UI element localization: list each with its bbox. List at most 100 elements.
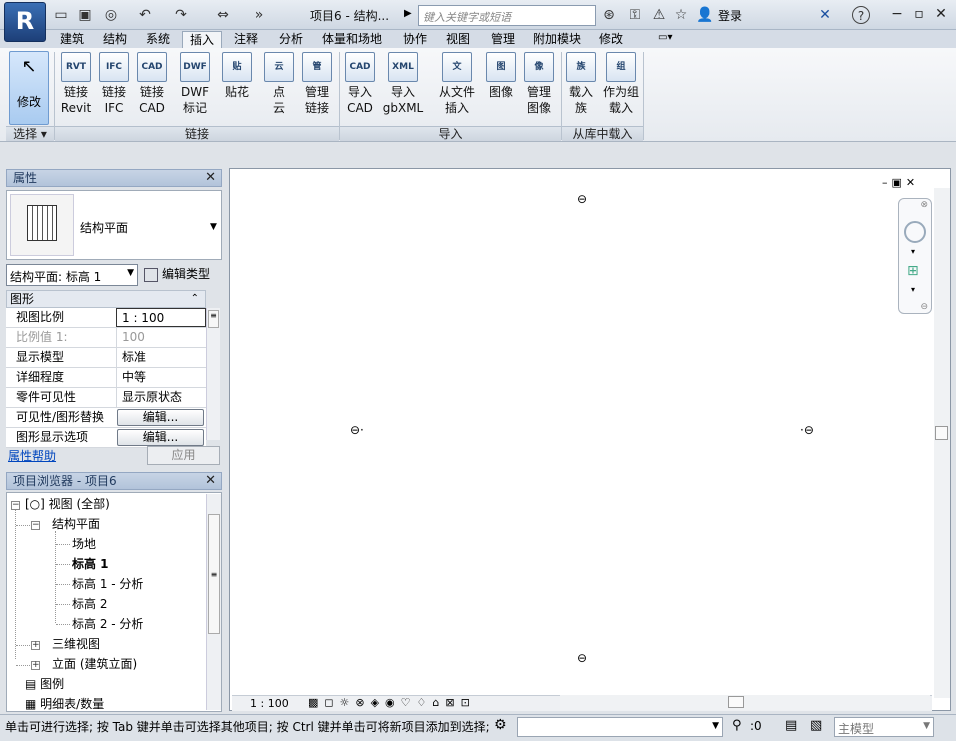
property-row[interactable]: 视图比例 1 : 100 [6,308,206,328]
ribbon-button-3[interactable]: DWF DWF 标记 [174,52,216,124]
close-icon[interactable]: ✕ [205,170,216,186]
tab-5[interactable]: 分析 [272,31,310,49]
collapse-toggle[interactable]: − [11,501,20,510]
tab-2[interactable]: 系统 [138,31,178,49]
ribbon-button-2[interactable]: CAD 链接 CAD [134,52,170,124]
tree-plan-item[interactable]: 标高 1 [72,556,109,572]
exchange-icon[interactable]: ✕ [816,6,834,24]
property-row[interactable]: 显示模型 标准 [6,348,206,368]
view-control-icons[interactable]: ▩◻☼⊗◈◉♡♢⌂⊠⊡ [308,696,476,709]
tab-3[interactable]: 插入 [182,31,222,49]
sync-icon[interactable]: ◎ [102,6,120,24]
ribbon-button-8[interactable]: XML 导入 gbXML [380,52,426,124]
tab-10[interactable]: 附加模块 [528,31,586,49]
edit-type-button[interactable]: 编辑类型 [144,265,210,282]
ribbon-button-10[interactable]: 图图像 [484,52,518,124]
design-options-icon[interactable]: ▤ [785,718,797,733]
tab-8[interactable]: 视图 [438,31,478,49]
redo-icon[interactable]: ↷ [172,6,190,24]
user-icon[interactable]: 👤 [696,6,714,24]
tree-schedules[interactable]: ▦ 明细表/数量 [25,696,104,711]
edit-button[interactable]: 编辑... [117,429,204,446]
steering-wheel-icon[interactable] [904,221,926,243]
exclude-options-icon[interactable]: ▧ [810,718,822,733]
tab-6[interactable]: 体量和场地 [314,31,390,49]
browser-scrollbar[interactable]: ≡ [206,494,221,710]
properties-help-link[interactable]: 属性帮助 [8,447,56,464]
expand-toggle[interactable]: + [31,661,40,670]
ribbon-button-12[interactable]: 族载入族 [564,52,598,124]
zoom-icon[interactable]: ⊞ [907,263,919,279]
more-icon[interactable]: » [250,6,268,24]
tab-9[interactable]: 管理 [482,31,524,49]
main-model-dropdown[interactable]: 主模型 ▼ [834,717,934,737]
property-row[interactable]: 比例值 1: 100 [6,328,206,348]
apply-button[interactable]: 应用 [147,446,220,465]
minimize-button[interactable]: − [886,4,908,24]
worksets-icon[interactable]: ⚙ [494,717,507,733]
chevron-down-icon[interactable]: ▾ [911,247,915,256]
tree-elevations[interactable]: 立面 (建筑立面) [52,656,137,672]
login-link[interactable]: 登录 [718,7,742,24]
modify-button[interactable]: ↖ 修改 [9,51,49,125]
key-icon[interactable]: ⚿ [626,6,644,24]
elevation-marker-east[interactable]: ·⊖ [800,423,814,437]
tab-1[interactable]: 结构 [96,31,134,49]
open-icon[interactable]: ▭ [52,6,70,24]
tree-plan-item[interactable]: 标高 1 - 分析 [72,576,143,592]
undo-icon[interactable]: ↶ [136,6,154,24]
drawing-canvas[interactable] [229,168,951,711]
tab-7[interactable]: 协作 [396,31,434,49]
tree-views-all[interactable]: [○] 视图 (全部) [25,496,110,512]
tree-plan-item[interactable]: 场地 [72,536,96,552]
elevation-marker-south[interactable]: ⊖ [577,651,587,665]
options-icon[interactable]: ⊖ [920,302,928,312]
close-button[interactable]: ✕ [930,4,952,24]
favorite-icon[interactable]: ☆ [672,6,690,24]
tree-3d-views[interactable]: 三维视图 [52,636,100,652]
property-value[interactable]: 1 : 100 [116,308,206,327]
comm-center-icon[interactable]: ⚠ [650,6,668,24]
view-selector[interactable]: 结构平面: 标高 1 ▼ [6,264,138,286]
tree-plan-item[interactable]: 标高 2 - 分析 [72,616,143,632]
graphics-group-header[interactable]: 图形 ⌃ [6,290,206,308]
property-row[interactable]: 可见性/图形替换 编辑... [6,408,206,428]
collapse-toggle[interactable]: − [31,521,40,530]
ribbon-button-7[interactable]: CAD 导入 CAD [342,52,378,124]
expand-toggle[interactable]: + [31,641,40,650]
workset-dropdown[interactable]: ▼ [517,717,723,737]
edit-button[interactable]: 编辑... [117,409,204,426]
select-panel-label[interactable]: 选择 ▾ [6,126,54,141]
ribbon-button-0[interactable]: RVT 链接 Revit [58,52,94,124]
canvas-horizontal-scrollbar[interactable] [560,695,930,710]
tree-plan-item[interactable]: 标高 2 [72,596,107,612]
search-input[interactable]: 键入关键字或短语 [418,5,596,26]
view-window-controls[interactable]: –▣✕ [882,176,919,189]
ribbon-button-1[interactable]: IFC 链接 IFC [96,52,132,124]
close-icon[interactable]: ✕ [205,473,216,489]
tree-struct-plans[interactable]: 结构平面 [52,516,100,532]
property-row[interactable]: 零件可见性 显示原状态 [6,388,206,408]
ribbon-button-11[interactable]: 像管理 图像 [520,52,558,124]
elevation-marker-north[interactable]: ⊖ [577,192,587,206]
canvas-vertical-scrollbar[interactable] [934,188,950,698]
filter-icon[interactable]: ⚲ [732,718,742,733]
chevron-down-icon[interactable]: ▾ [911,285,915,294]
tab-11[interactable]: 修改 [590,31,632,49]
ribbon-button-4[interactable]: 贴贴花 [218,52,256,124]
help-icon[interactable]: ? [852,6,870,24]
chevron-down-icon[interactable]: ▼ [210,222,217,232]
restore-button[interactable]: ▫ [908,4,930,24]
ribbon-button-5[interactable]: 云点云 [262,52,296,124]
view-scale[interactable]: 1 : 100 [250,697,289,710]
property-row[interactable]: 图形显示选项 编辑... [6,428,206,448]
property-row[interactable]: 详细程度 中等 [6,368,206,388]
save-icon[interactable]: ▣ [76,6,94,24]
tab-options-icon[interactable]: ▭▾ [658,32,684,46]
tab-0[interactable]: 建筑 [52,31,92,49]
properties-scrollbar[interactable]: ≡ [206,308,220,440]
tree-legend[interactable]: ▤ 图例 [25,676,64,692]
binoculars-icon[interactable]: ⊛ [600,6,618,24]
app-menu-button[interactable]: R [4,2,46,42]
expand-icon[interactable]: ▶ [404,8,412,19]
